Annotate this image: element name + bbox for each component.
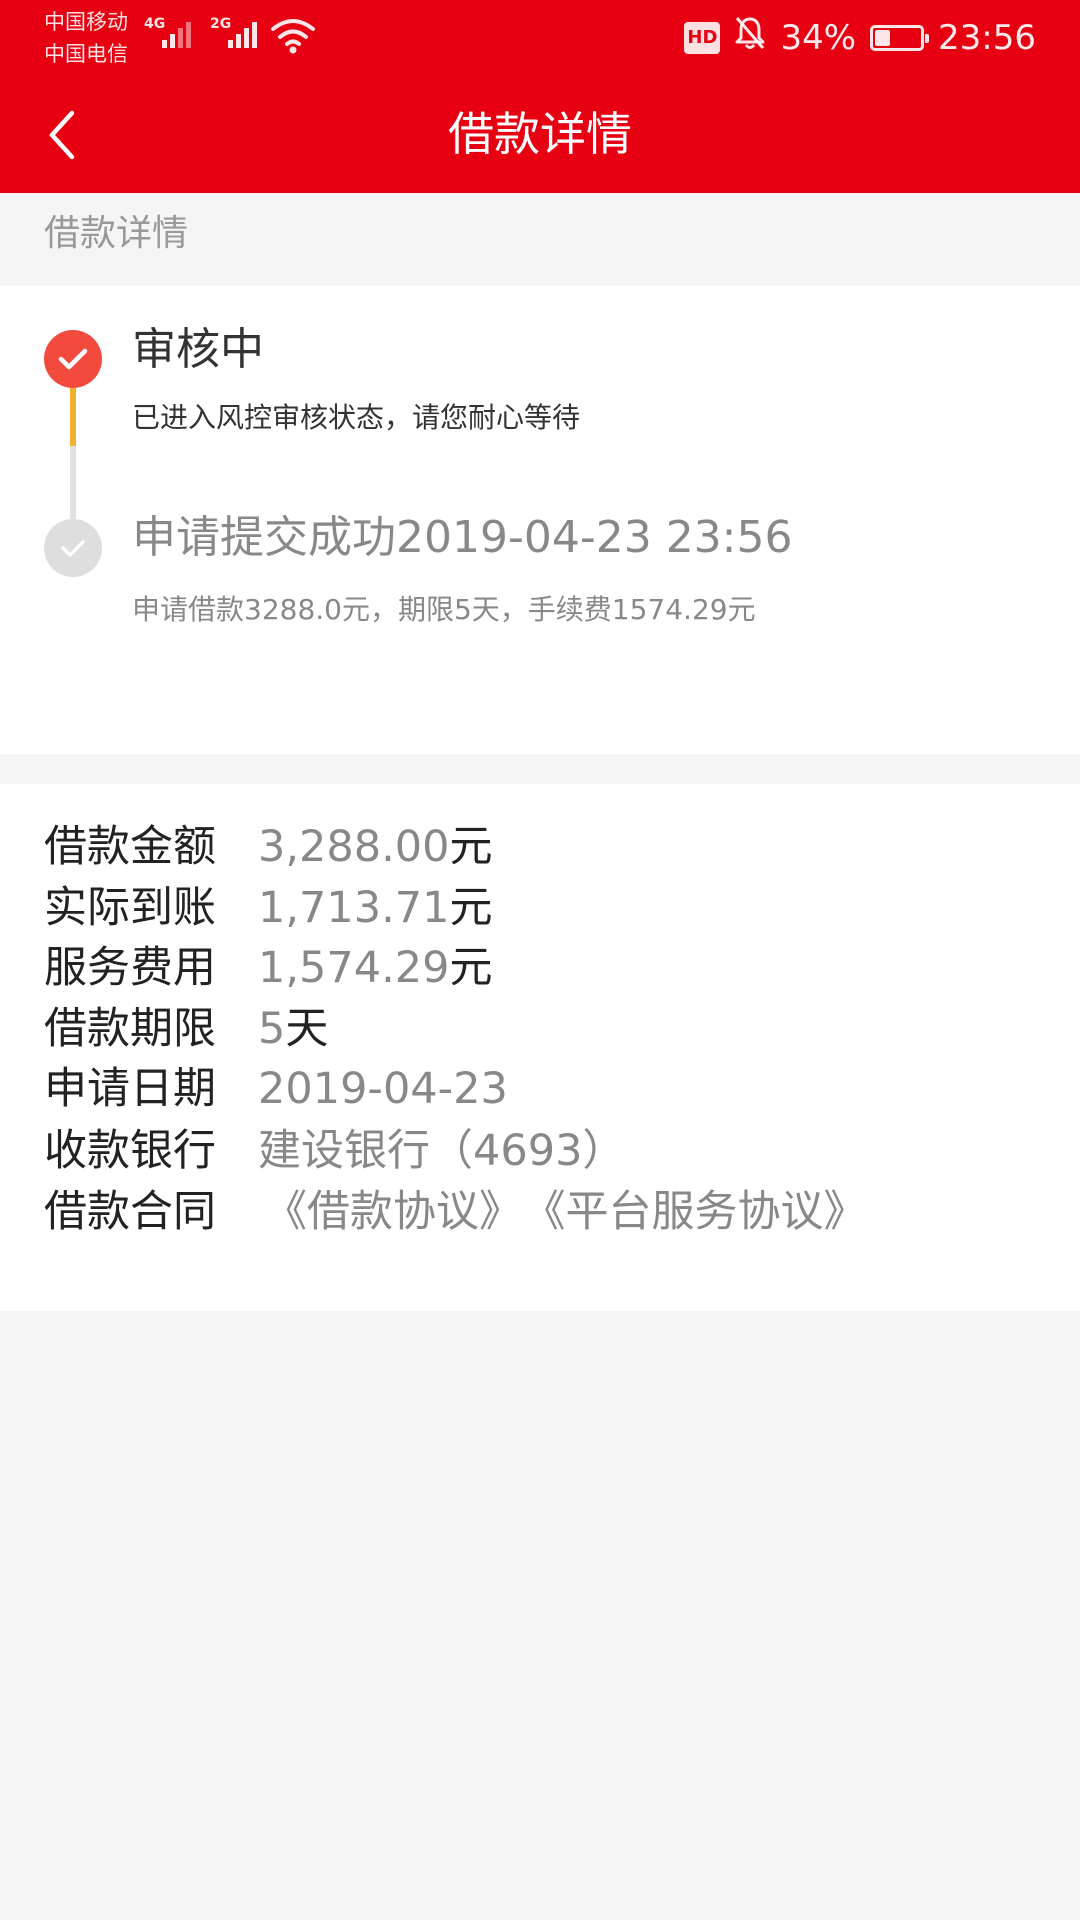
detail-label: 实际到账	[44, 883, 216, 933]
page-title: 借款详情	[448, 107, 632, 161]
status-title-submitted: 申请提交成功2019-04-23 23:56	[132, 512, 793, 563]
status-description-reviewing: 已进入风控审核状态，请您耐心等待	[132, 401, 581, 434]
status-check-icon	[44, 330, 102, 388]
detail-row-amount: 借款金额 3,288.00元	[44, 817, 492, 878]
received-amount-value: 1,713.71	[258, 883, 450, 933]
service-fee-value: 1,574.29	[258, 943, 450, 993]
detail-row-term: 借款期限 5天	[44, 999, 328, 1060]
detail-row-bank: 收款银行 建设银行（4693）	[44, 1121, 625, 1182]
currency-unit: 元	[449, 883, 493, 933]
hd-badge: HD	[684, 21, 721, 54]
carrier-labels: 中国移动 中国电信	[44, 6, 128, 70]
status-bar: 中国移动 中国电信 4G 2G HD 34% 23:56	[0, 0, 1080, 75]
receiving-bank-value: 建设银行（4693）	[258, 1126, 626, 1176]
loan-amount-value: 3,288.00	[258, 822, 450, 872]
loan-term-value: 5	[258, 1004, 286, 1054]
header-bar: 借款详情	[0, 75, 1080, 193]
term-unit: 天	[285, 1004, 329, 1054]
detail-label: 申请日期	[44, 1064, 216, 1114]
detail-label: 服务费用	[44, 943, 216, 993]
platform-service-agreement-link[interactable]: 《平台服务协议》	[544, 1187, 867, 1237]
detail-row-date: 申请日期 2019-04-23	[44, 1059, 508, 1120]
battery-level	[875, 29, 891, 46]
completed-check-icon	[44, 519, 102, 577]
detail-row-fee: 服务费用 1,574.29元	[44, 938, 492, 999]
carrier-1: 中国移动	[44, 10, 128, 34]
detail-label: 收款银行	[44, 1126, 216, 1176]
detail-label: 借款合同	[44, 1187, 216, 1237]
detail-label: 借款金额	[44, 822, 216, 872]
section-label: 借款详情	[44, 213, 189, 254]
status-right-group: HD 34% 23:56	[684, 0, 1036, 75]
status-description-submitted: 申请借款3288.0元，期限5天，手续费1574.29元	[132, 593, 756, 626]
detail-label: 借款期限	[44, 1004, 216, 1054]
loan-agreement-link[interactable]: 《借款协议》	[264, 1187, 522, 1237]
battery-percent: 34%	[780, 17, 857, 58]
loan-details-card: 借款金额 3,288.00元 实际到账 1,713.71元 服务费用 1,574.29…	[0, 784, 1080, 1311]
currency-unit: 元	[449, 822, 493, 872]
detail-row-received: 实际到账 1,713.71元	[44, 878, 492, 939]
timeline-connector-active	[70, 388, 76, 446]
detail-row-contract: 借款合同 《借款协议》 《平台服务协议》	[44, 1182, 867, 1243]
mute-bell-icon	[734, 15, 766, 60]
wifi-icon	[270, 16, 316, 60]
currency-unit: 元	[449, 943, 493, 993]
battery-icon	[870, 24, 930, 51]
signal-icon: 4G	[144, 14, 200, 54]
signal-icon: 2G	[210, 14, 266, 54]
clock: 23:56	[938, 17, 1036, 58]
loan-status-timeline: 审核中 已进入风控审核状态，请您耐心等待 申请提交成功2019-04-23 23…	[0, 286, 1080, 754]
carrier-2: 中国电信	[44, 42, 128, 66]
status-title-reviewing: 审核中	[132, 324, 264, 375]
application-date-value: 2019-04-23	[258, 1064, 508, 1114]
timeline-connector	[70, 446, 76, 519]
